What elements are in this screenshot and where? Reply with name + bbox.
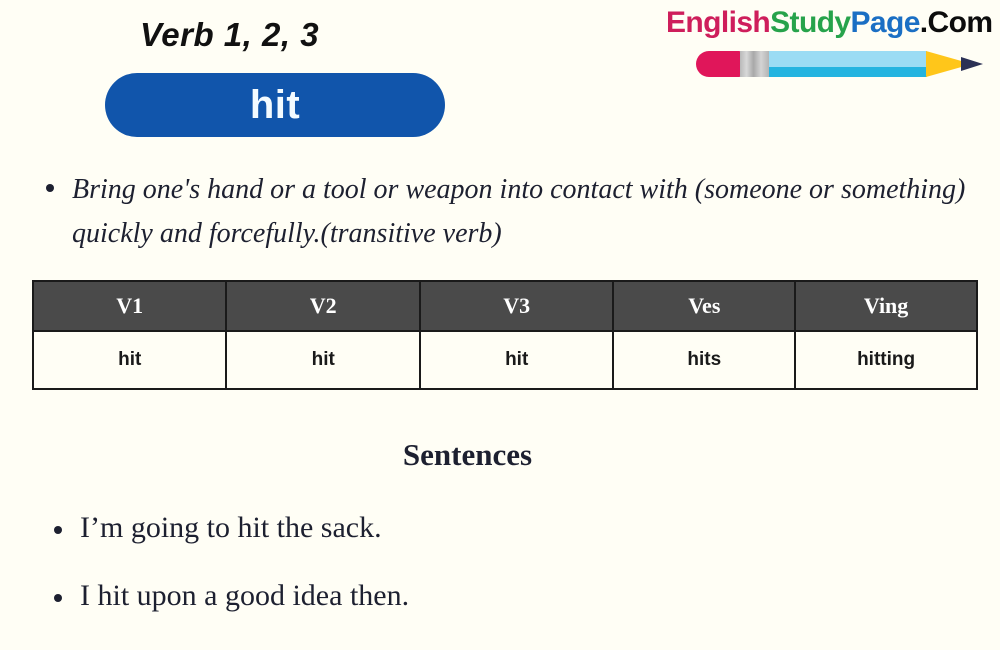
logo-segment-com: .Com bbox=[919, 6, 993, 39]
logo-segment-english: English bbox=[666, 6, 771, 39]
pencil-icon bbox=[696, 47, 986, 81]
definition-block: Bring one's hand or a tool or weapon int… bbox=[46, 168, 966, 255]
sentence-text: I hit upon a good idea then. bbox=[80, 579, 410, 612]
pencil-eraser bbox=[696, 51, 742, 77]
page-title: Verb 1, 2, 3 bbox=[140, 16, 320, 53]
definition-text: Bring one's hand or a tool or weapon int… bbox=[72, 174, 966, 249]
verb-word-label: hit bbox=[249, 83, 301, 127]
table-cell-ving: hitting bbox=[794, 330, 978, 390]
logo-segment-page: Page bbox=[850, 6, 920, 39]
table-header-v2: V2 bbox=[225, 280, 421, 332]
table-header-v3: V3 bbox=[418, 280, 615, 332]
table-cell-v2: hit bbox=[225, 330, 421, 390]
table-cell-ves: hits bbox=[612, 330, 797, 390]
sentences-heading: Sentences bbox=[402, 437, 533, 472]
pencil-ferrule bbox=[740, 51, 770, 77]
site-logo[interactable]: EnglishStudyPage.Com bbox=[666, 6, 993, 81]
pencil-body bbox=[769, 51, 927, 77]
sentences-list: I’m going to hit the sack. I hit upon a … bbox=[54, 510, 954, 646]
list-item: I hit upon a good idea then. bbox=[54, 578, 954, 614]
list-item: I’m going to hit the sack. bbox=[54, 510, 954, 546]
verb-word-badge: hit bbox=[105, 73, 445, 137]
logo-segment-study: Study bbox=[770, 6, 851, 39]
verb-forms-page: Verb 1, 2, 3 hit EnglishStudyPage.Com Br… bbox=[0, 0, 1000, 650]
table-row: hit hit hit hits hitting bbox=[31, 330, 978, 390]
table-header-ves: Ves bbox=[612, 280, 797, 332]
table-header-v1: V1 bbox=[31, 280, 228, 332]
table-header-ving: Ving bbox=[794, 280, 978, 332]
pencil-lead-point bbox=[961, 57, 983, 71]
verb-forms-table: V1 V2 V3 Ves Ving hit hit hit hits hitti… bbox=[31, 280, 978, 390]
logo-wordmark: EnglishStudyPage.Com bbox=[666, 6, 993, 39]
table-cell-v1: hit bbox=[31, 330, 228, 390]
list-item: Bring one's hand or a tool or weapon int… bbox=[46, 168, 966, 255]
table-cell-v3: hit bbox=[418, 330, 615, 390]
sentence-text: I’m going to hit the sack. bbox=[80, 511, 382, 544]
bullet-icon bbox=[54, 526, 62, 534]
bullet-icon bbox=[46, 184, 54, 192]
table-header-row: V1 V2 V3 Ves Ving bbox=[31, 280, 978, 332]
bullet-icon bbox=[54, 594, 62, 602]
